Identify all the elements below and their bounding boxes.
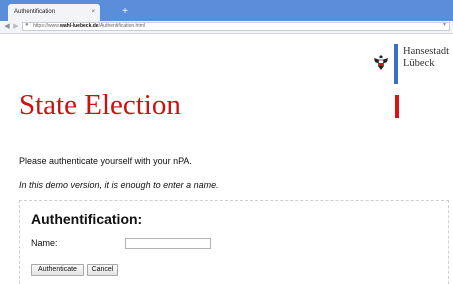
- forward-arrow-icon[interactable]: ▶: [12, 21, 20, 33]
- page-info-icon[interactable]: ●: [25, 22, 29, 28]
- red-accent-bar: [395, 95, 399, 118]
- auth-form: Authentification: Name: Authenticate Can…: [19, 200, 449, 284]
- auth-heading: Authentification:: [31, 211, 143, 227]
- city-logo-text: Hansestadt Lübeck: [403, 46, 449, 70]
- browser-tab-bar: Authentification × +: [0, 0, 453, 21]
- tab-title: Authentification: [14, 9, 56, 15]
- cancel-button[interactable]: Cancel: [87, 264, 118, 276]
- url-path: /Authentification.html: [98, 23, 145, 29]
- url-prefix: https://www.: [33, 23, 60, 29]
- url-dropdown-icon[interactable]: ▼: [442, 22, 447, 28]
- demo-note: In this demo version, it is enough to en…: [19, 180, 219, 190]
- tab-close-icon[interactable]: ×: [91, 4, 95, 21]
- logo-line-1: Hansestadt: [403, 46, 450, 57]
- back-arrow-icon[interactable]: ◀: [3, 21, 11, 33]
- logo-line-2: Lübeck: [403, 58, 435, 69]
- logo-accent-bar: [394, 44, 398, 84]
- browser-tab[interactable]: Authentification ×: [8, 4, 100, 21]
- url-field[interactable]: ● https://www.wahl-luebeck.de/Authentifi…: [22, 22, 450, 31]
- url-text: https://www.wahl-luebeck.de/Authentifica…: [33, 23, 145, 30]
- url-domain: wahl-luebeck.de: [59, 23, 99, 29]
- name-input[interactable]: [125, 238, 211, 249]
- lubeck-eagle-icon: [374, 55, 388, 70]
- intro-text: Please authenticate yourself with your n…: [19, 156, 192, 166]
- page-title: State Election: [19, 89, 181, 121]
- new-tab-icon[interactable]: +: [116, 5, 134, 19]
- authenticate-button[interactable]: Authenticate: [31, 264, 84, 276]
- address-bar: ◀ ▶ ● https://www.wahl-luebeck.de/Authen…: [0, 21, 453, 34]
- name-label: Name:: [31, 238, 58, 248]
